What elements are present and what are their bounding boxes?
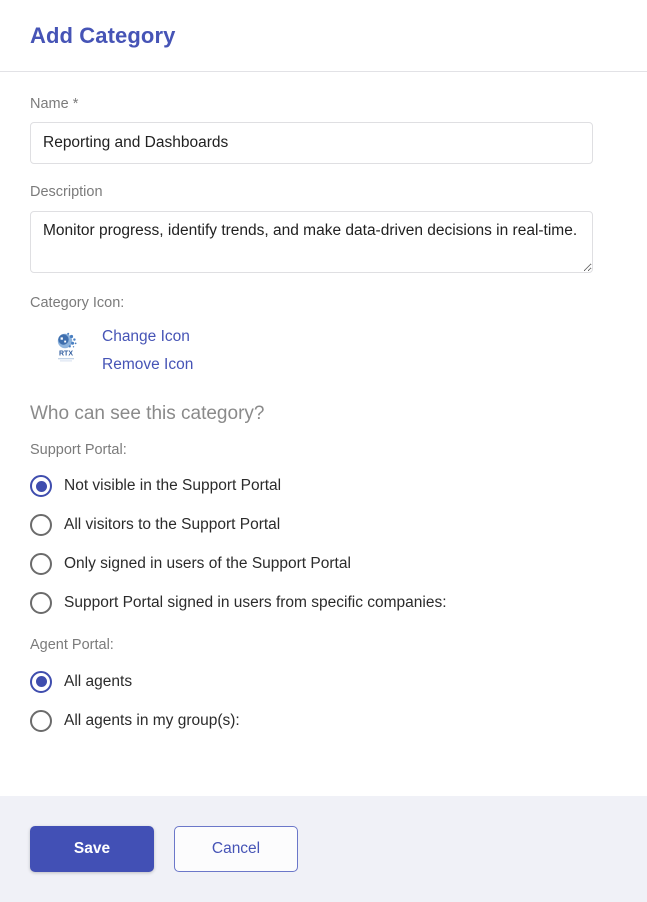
radio-agent-my-groups[interactable]: All agents in my group(s): — [30, 701, 617, 740]
radio-label: All visitors to the Support Portal — [64, 516, 281, 534]
name-label: Name * — [30, 96, 79, 112]
category-icon-label: Category Icon: — [30, 294, 125, 311]
radio-label: All agents in my group(s): — [64, 711, 240, 729]
change-icon-link[interactable]: Change Icon — [102, 326, 193, 348]
svg-text:RTX: RTX — [59, 350, 73, 357]
category-icon-row: RTX Change Icon Remove Icon — [30, 323, 617, 377]
add-category-dialog: Add Category Name * Description Category… — [0, 0, 647, 902]
radio-label: All agents — [64, 672, 133, 690]
radio-mark-icon — [30, 514, 52, 537]
dialog-footer: Save Cancel — [0, 796, 647, 902]
radio-label: Support Portal signed in users from spec… — [64, 594, 447, 612]
dialog-header: Add Category — [0, 0, 647, 72]
radio-label: Only signed in users of the Support Port… — [64, 555, 351, 573]
name-field-block: Name * — [30, 96, 617, 165]
page-title: Add Category — [30, 22, 176, 48]
radio-mark-icon — [30, 670, 52, 693]
agent-portal-label: Agent Portal: — [30, 636, 114, 653]
radio-mark-icon — [30, 475, 52, 498]
visibility-heading: Who can see this category? — [30, 402, 265, 424]
agent-portal-group: Agent Portal: All agents All agents in m… — [30, 637, 617, 740]
rtx-logo-icon: RTX — [44, 323, 90, 371]
name-input[interactable] — [30, 122, 593, 165]
category-icon-links: Change Icon Remove Icon — [102, 323, 193, 377]
radio-agent-all[interactable]: All agents — [30, 662, 617, 701]
radio-support-signed-in[interactable]: Only signed in users of the Support Port… — [30, 545, 617, 584]
support-portal-label: Support Portal: — [30, 441, 127, 458]
radio-mark-icon — [30, 592, 52, 615]
description-textarea[interactable] — [30, 210, 593, 273]
save-button[interactable]: Save — [30, 826, 154, 872]
radio-label: Not visible in the Support Portal — [64, 477, 282, 495]
support-portal-group: Support Portal: Not visible in the Suppo… — [30, 442, 617, 623]
dialog-body: Name * Description Category Icon: — [0, 72, 647, 796]
radio-support-all-visitors[interactable]: All visitors to the Support Portal — [30, 506, 617, 545]
cancel-button[interactable]: Cancel — [174, 826, 298, 872]
radio-mark-icon — [30, 709, 52, 732]
remove-icon-link[interactable]: Remove Icon — [102, 354, 193, 376]
category-icon-section: Category Icon: RTX Change Icon Remove Ic… — [30, 295, 617, 377]
radio-support-not-visible[interactable]: Not visible in the Support Portal — [30, 467, 617, 506]
description-field-block: Description — [30, 184, 617, 273]
radio-mark-icon — [30, 553, 52, 576]
radio-support-specific-companies[interactable]: Support Portal signed in users from spec… — [30, 584, 617, 623]
description-label: Description — [30, 184, 103, 201]
